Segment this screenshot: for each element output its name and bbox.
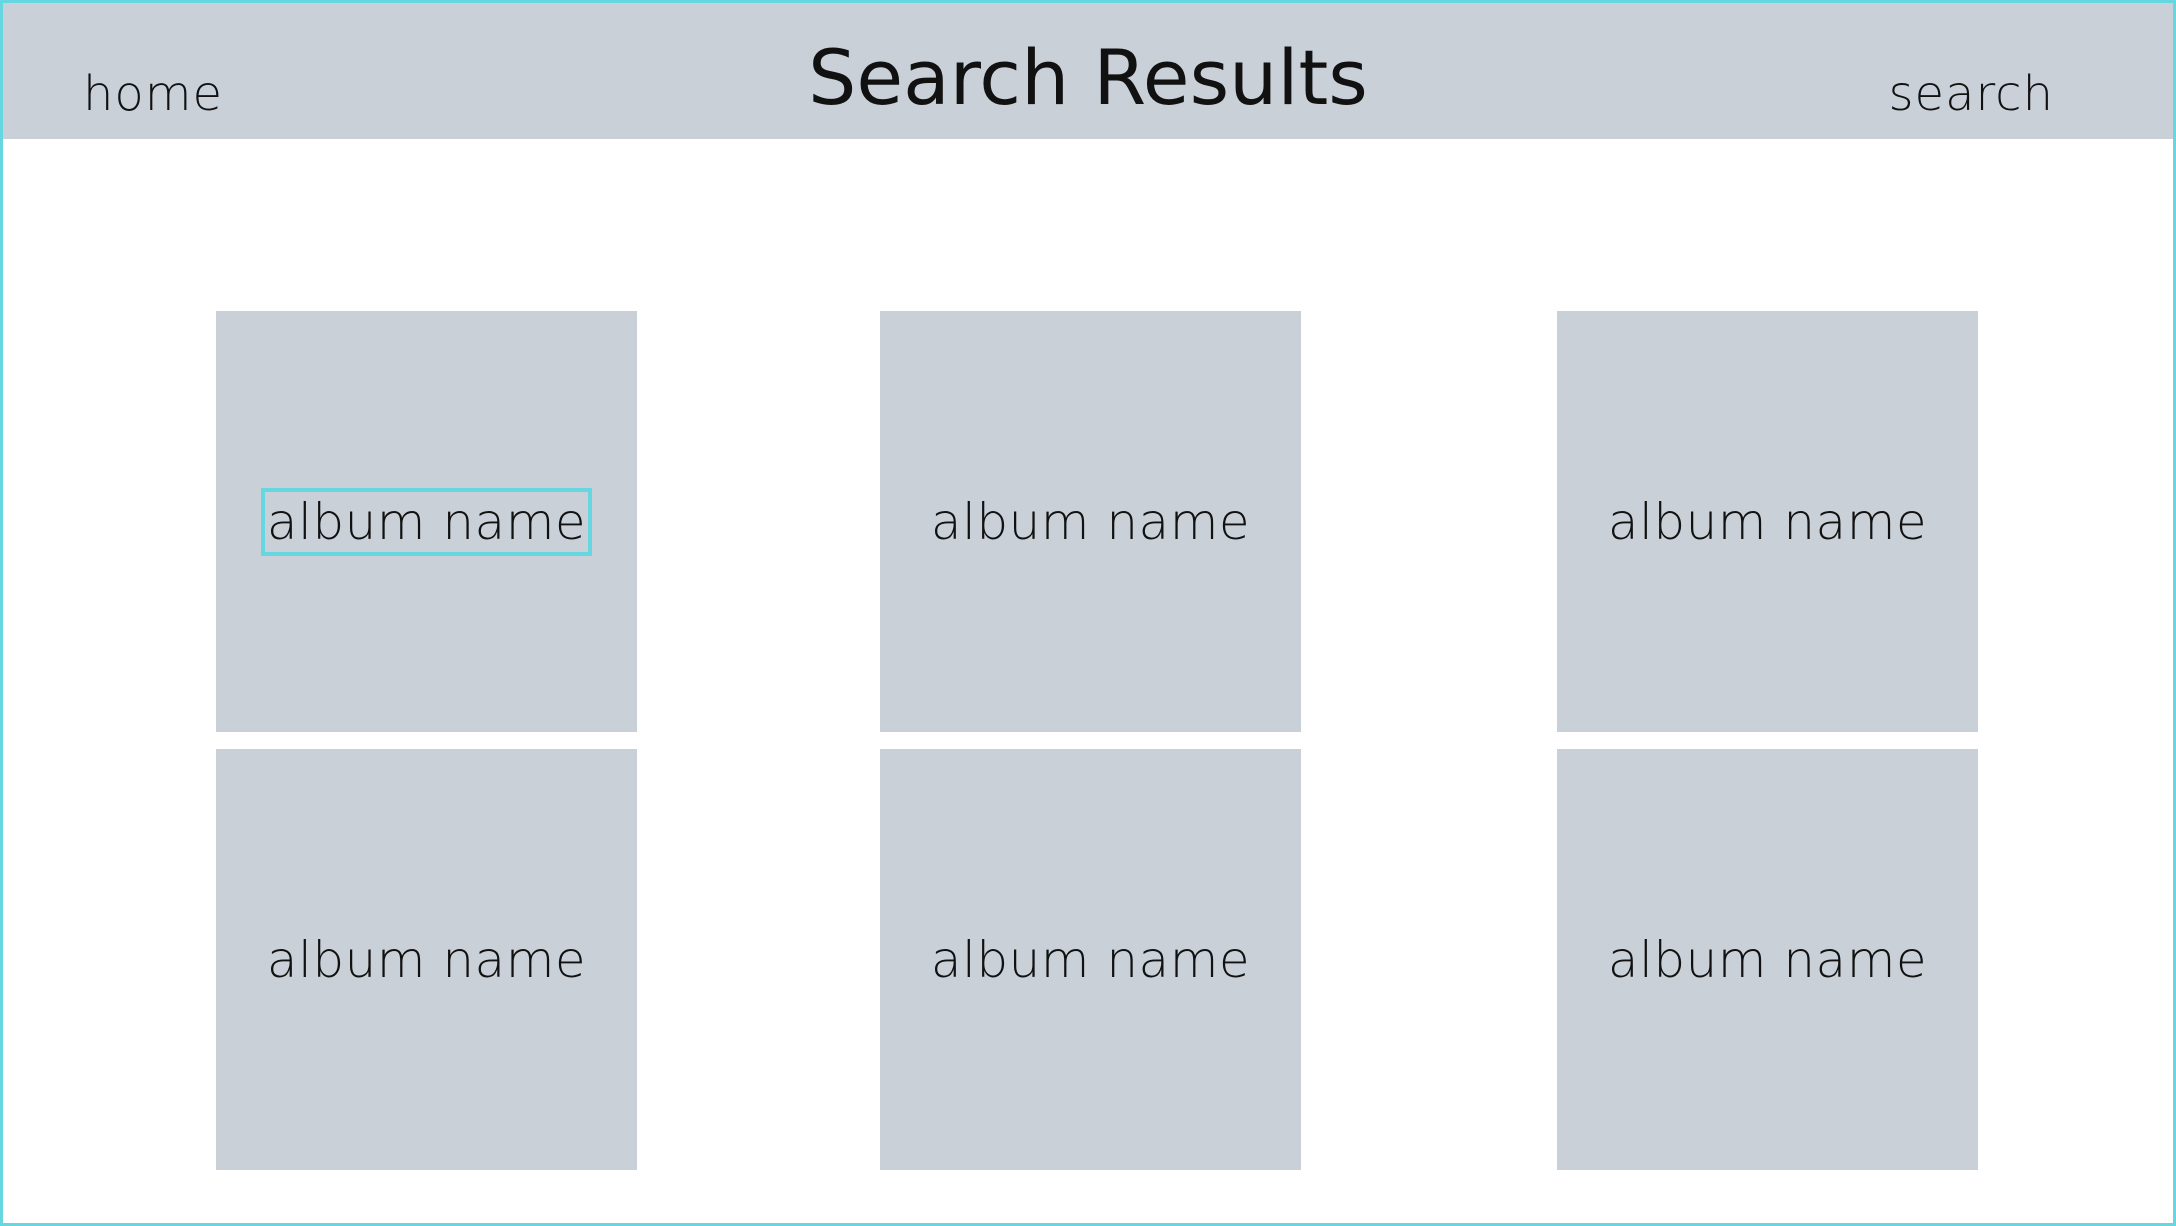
- search-link[interactable]: search: [1889, 62, 2054, 126]
- album-name: album name: [260, 487, 593, 556]
- album-card[interactable]: album name: [1557, 311, 1978, 732]
- home-link[interactable]: home: [83, 62, 223, 126]
- album-name: album name: [930, 930, 1251, 989]
- album-name: album name: [930, 492, 1251, 551]
- album-card[interactable]: album name: [1557, 749, 1978, 1170]
- page-title: Search Results: [808, 33, 1368, 122]
- album-card[interactable]: album name: [880, 311, 1301, 732]
- album-name: album name: [266, 930, 587, 989]
- album-name: album name: [1607, 492, 1928, 551]
- album-name: album name: [1607, 930, 1928, 989]
- album-card[interactable]: album name: [216, 311, 637, 732]
- album-card[interactable]: album name: [880, 749, 1301, 1170]
- album-card[interactable]: album name: [216, 749, 637, 1170]
